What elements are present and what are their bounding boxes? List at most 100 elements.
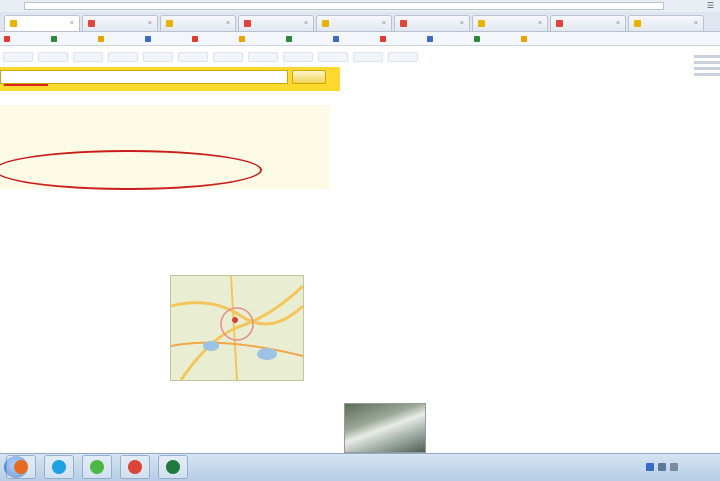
ad-title-link[interactable] <box>4 110 330 117</box>
browser-tab[interactable]: × <box>4 15 80 31</box>
ad-url[interactable] <box>4 124 330 131</box>
right-ad-url[interactable] <box>344 352 484 359</box>
right-ad-title-link[interactable] <box>344 338 484 345</box>
right-ad-item <box>344 103 484 141</box>
browser-tab[interactable]: × <box>316 15 392 31</box>
page-menu-icon[interactable]: ☰ <box>707 1 714 10</box>
search-input[interactable] <box>0 70 288 84</box>
tab-bar: × × × × × × × × × <box>0 12 720 32</box>
bookmark-item[interactable] <box>145 35 187 42</box>
result-title-link[interactable] <box>2 197 302 205</box>
bookmark-item[interactable] <box>192 35 234 42</box>
service-link[interactable] <box>73 52 103 62</box>
sitelink[interactable] <box>66 205 90 212</box>
tab-close-icon[interactable]: × <box>148 20 152 27</box>
service-link[interactable] <box>388 52 418 62</box>
right-ad-url[interactable] <box>344 258 484 265</box>
search-button[interactable] <box>292 70 326 84</box>
browser-tab[interactable]: × <box>394 15 470 31</box>
right-ad-url[interactable] <box>344 117 484 124</box>
browser-tab[interactable]: × <box>628 15 704 31</box>
bookmark-item[interactable] <box>98 35 140 42</box>
sitelink[interactable] <box>130 205 154 212</box>
bookmark-item[interactable] <box>521 35 563 42</box>
taskbar-app-button[interactable] <box>6 455 36 479</box>
bookmark-item[interactable] <box>333 35 375 42</box>
tab-close-icon[interactable]: × <box>616 20 620 27</box>
train-image[interactable] <box>344 403 426 453</box>
bookmark-item[interactable] <box>474 35 516 42</box>
service-link[interactable] <box>283 52 313 62</box>
service-link[interactable] <box>178 52 208 62</box>
browser-tab[interactable]: × <box>238 15 314 31</box>
result-title-link[interactable] <box>2 263 302 271</box>
tab-close-icon[interactable]: × <box>694 20 698 27</box>
result-snippet <box>2 212 302 226</box>
sitelink[interactable] <box>2 205 26 212</box>
taskbar-app-button[interactable] <box>158 455 188 479</box>
bookmark-favicon-icon <box>427 35 433 42</box>
service-link[interactable] <box>3 52 33 62</box>
service-link[interactable] <box>318 52 348 62</box>
bookmark-item[interactable] <box>239 35 281 42</box>
chrome-icon <box>128 460 142 474</box>
sitelinks <box>2 205 302 212</box>
taskbar-app-button[interactable] <box>82 455 112 479</box>
tab-close-icon[interactable]: × <box>226 20 230 27</box>
tab-close-icon[interactable]: × <box>70 20 74 27</box>
tab-close-icon[interactable]: × <box>304 20 308 27</box>
ad-item <box>4 110 330 131</box>
right-ad-title-link[interactable] <box>344 197 484 204</box>
network-icon[interactable] <box>658 463 666 471</box>
right-ad-url[interactable] <box>344 305 484 312</box>
tab-close-icon[interactable]: × <box>460 20 464 27</box>
tab-favicon-icon <box>400 20 407 27</box>
service-link[interactable] <box>353 52 383 62</box>
bookmarks-bar <box>0 32 720 46</box>
service-link[interactable] <box>143 52 173 62</box>
sitelink[interactable] <box>34 205 58 212</box>
bookmark-item[interactable] <box>286 35 328 42</box>
result-url[interactable] <box>2 226 302 233</box>
sitelink[interactable] <box>98 205 122 212</box>
browser-tab[interactable]: × <box>82 15 158 31</box>
right-ad-item <box>344 338 484 376</box>
right-edge-links <box>694 55 720 79</box>
tab-favicon-icon <box>166 20 173 27</box>
map-roads-image <box>171 276 303 380</box>
services-nav <box>0 52 418 62</box>
flag-icon[interactable] <box>646 463 654 471</box>
bookmark-favicon-icon <box>145 35 151 42</box>
taskbar-app-button[interactable] <box>44 455 74 479</box>
volume-icon[interactable] <box>670 463 678 471</box>
service-link[interactable] <box>38 52 68 62</box>
right-ad-item <box>344 197 484 235</box>
right-ad-url[interactable] <box>344 164 484 171</box>
browser-tab[interactable]: × <box>472 15 548 31</box>
taskbar-app-button[interactable] <box>120 455 150 479</box>
search-results-page <box>0 47 720 453</box>
service-link[interactable] <box>108 52 138 62</box>
right-ad-title-link[interactable] <box>344 291 484 298</box>
service-link[interactable] <box>213 52 243 62</box>
address-field[interactable] <box>24 2 664 10</box>
right-ad-item <box>344 291 484 329</box>
browser-tab[interactable]: × <box>550 15 626 31</box>
bookmark-favicon-icon <box>51 35 57 42</box>
right-ad-title-link[interactable] <box>344 150 484 157</box>
right-ad-title-link[interactable] <box>344 244 484 251</box>
tab-favicon-icon <box>478 20 485 27</box>
bookmark-item[interactable] <box>51 35 93 42</box>
browser-tab[interactable]: × <box>160 15 236 31</box>
red-underline-mark <box>4 84 48 86</box>
right-ad-snippet <box>344 157 484 164</box>
right-ad-url[interactable] <box>344 211 484 218</box>
service-link[interactable] <box>248 52 278 62</box>
bookmark-item[interactable] <box>427 35 469 42</box>
bookmark-item[interactable] <box>4 35 46 42</box>
map-thumbnail[interactable] <box>170 275 304 381</box>
bookmark-item[interactable] <box>380 35 422 42</box>
tab-close-icon[interactable]: × <box>538 20 542 27</box>
right-ad-title-link[interactable] <box>344 103 484 110</box>
tab-close-icon[interactable]: × <box>382 20 386 27</box>
